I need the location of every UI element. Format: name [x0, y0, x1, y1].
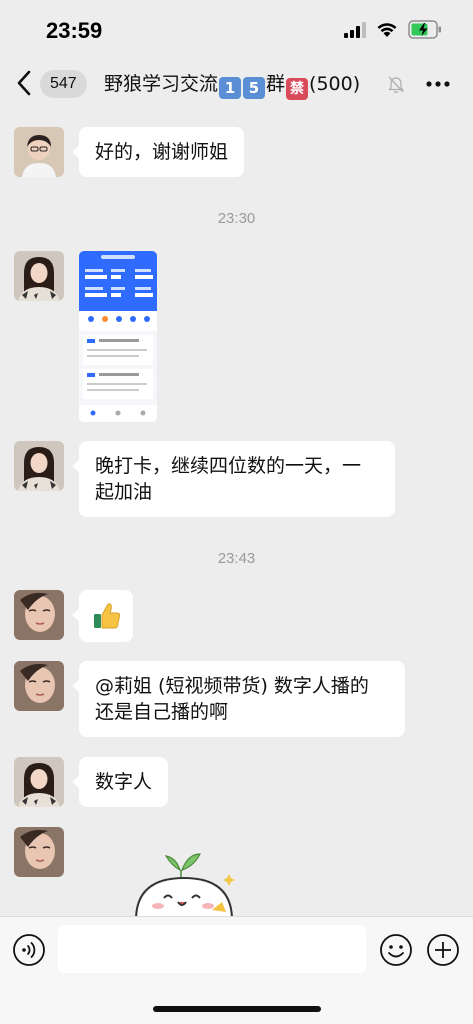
- voice-input-icon[interactable]: [12, 933, 46, 967]
- sprout-bun-sticker[interactable]: [128, 840, 248, 920]
- emoji-message-bubble[interactable]: [72, 590, 133, 642]
- app-screenshot-preview: [79, 251, 157, 422]
- sprout-bun-sticker-art: [134, 853, 235, 920]
- home-indicator[interactable]: [153, 1006, 321, 1012]
- message-bubble[interactable]: 数字人: [71, 757, 169, 807]
- avatar-photo-icon: [14, 827, 64, 877]
- sender-avatar[interactable]: [14, 827, 64, 877]
- keycap-emoji-1: 1: [219, 77, 242, 99]
- sender-avatar[interactable]: [14, 127, 64, 177]
- chat-title-group: 群: [266, 73, 286, 95]
- back-arrow-icon[interactable]: [14, 68, 36, 98]
- message-input[interactable]: [58, 925, 366, 973]
- message-timestamp: 23:30: [217, 210, 256, 227]
- message-timestamp: 23:43: [217, 550, 256, 567]
- mute-bell-icon: [387, 76, 405, 94]
- sender-avatar[interactable]: [14, 251, 64, 301]
- chat-member-count: (500): [309, 73, 361, 95]
- prohibited-emoji: 禁: [286, 78, 309, 100]
- app-screenshot-image[interactable]: [79, 251, 157, 422]
- add-attachment-icon[interactable]: [426, 933, 460, 967]
- message-bubble[interactable]: @莉姐 (短视频带货) 数字人播的 还是自己播的啊: [72, 661, 405, 737]
- chat-title-text: 野狼学习交流: [104, 73, 219, 95]
- avatar-photo-icon: [14, 251, 64, 301]
- thumbs-up-icon: [94, 603, 121, 629]
- message-bubble[interactable]: 晚打卡，继续四位数的一天，一 起加油: [72, 441, 395, 517]
- chat-header: 547 野狼学习交流 1 5 群禁 (500): [0, 58, 473, 110]
- message-text-line: @莉姐 (短视频带货) 数字人播的: [95, 675, 369, 697]
- sender-avatar[interactable]: [14, 590, 64, 640]
- avatar-photo-icon: [14, 661, 64, 711]
- sender-avatar[interactable]: [14, 757, 64, 807]
- avatar-photo-icon: [14, 590, 64, 640]
- message-bubble[interactable]: 好的，谢谢师姐: [71, 127, 245, 177]
- unread-count-badge[interactable]: 547: [40, 70, 87, 98]
- message-text-line: 还是自己播的啊: [95, 701, 229, 723]
- more-options-icon[interactable]: [424, 72, 452, 96]
- status-bar: 23:59: [0, 0, 473, 58]
- status-time: 23:59: [46, 18, 103, 43]
- battery-charging-icon: [408, 20, 441, 39]
- message-text-line: 起加油: [95, 481, 153, 503]
- avatar-photo-icon: [14, 441, 64, 491]
- sender-avatar[interactable]: [14, 441, 64, 491]
- chat-title[interactable]: 野狼学习交流 1 5 群禁 (500): [104, 70, 360, 100]
- keycap-emoji-5: 5: [243, 77, 266, 99]
- wifi-icon: [377, 23, 397, 37]
- emoji-picker-icon[interactable]: [379, 933, 413, 967]
- avatar-photo-icon: [14, 127, 64, 177]
- cellular-signal-icon: [344, 22, 366, 38]
- message-text-line: 晚打卡，继续四位数的一天，一: [95, 455, 362, 477]
- sender-avatar[interactable]: [14, 661, 64, 711]
- avatar-photo-icon: [14, 757, 64, 807]
